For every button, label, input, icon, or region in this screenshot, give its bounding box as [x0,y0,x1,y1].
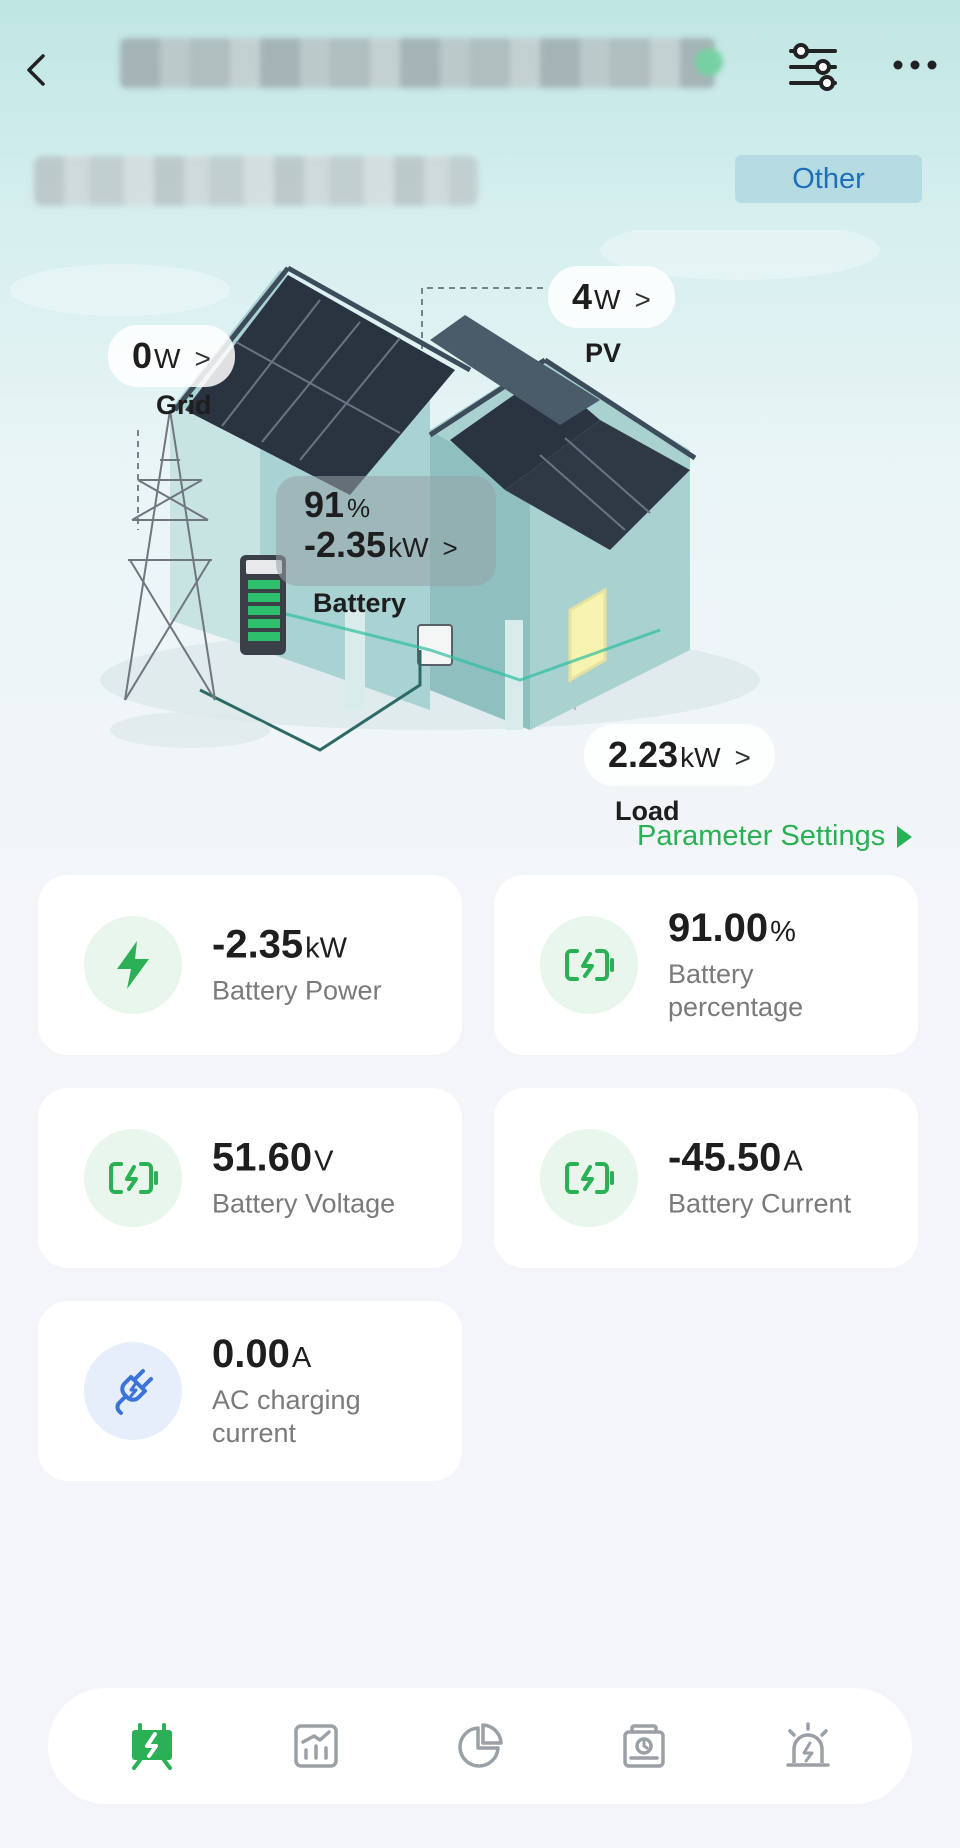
metric-label: Battery Voltage [212,1188,396,1219]
pie-chart-icon [458,1723,503,1768]
metric-label: Battery Power [212,975,382,1006]
nav-report[interactable] [450,1716,510,1776]
chevron-left-icon [27,54,45,86]
battery-power-unit: kW [388,532,429,563]
statistics-chart-icon [294,1724,338,1768]
parameter-settings-label: Parameter Settings [637,820,886,852]
battery-label: Battery [313,588,407,618]
play-triangle-icon [897,825,913,848]
battery-percent-value: 91 [304,484,345,525]
grid-value: 0 [132,335,153,376]
pv-value: 4 [572,276,593,317]
grid-power-pill[interactable]: 0 W > [108,325,235,387]
battery-power-value: -2.35 [304,524,387,565]
header [0,0,960,140]
metric-label: Battery Current [668,1188,852,1219]
load-value: 2.23 [608,734,679,775]
metric-label: AC charging current [212,1385,361,1448]
load-unit: kW [680,742,721,773]
chevron-right-icon: > [734,742,751,773]
metric-card-battery-power[interactable]: -2.35kW Battery Power [38,875,462,1055]
metric-unit: % [770,916,796,948]
metric-value: -45.50 [668,1135,782,1180]
grid-label: Grid [156,390,212,420]
chevron-right-icon: > [194,343,211,374]
alarm-icon [786,1722,830,1767]
metric-card-battery-voltage[interactable]: 51.60V Battery Voltage [38,1088,462,1268]
metric-unit: A [291,1342,312,1374]
energy-flow-scene: 0 W > Grid 4 W > PV 91% -2.35kW > Battery… [0,230,960,870]
bottom-nav [48,1688,912,1804]
pv-label: PV [585,338,622,368]
metric-label: Battery percentage [668,959,804,1022]
more-button[interactable] [890,40,940,90]
nav-energy-flow[interactable] [122,1716,182,1776]
chevron-right-icon: > [442,533,458,563]
battery-charging-icon [540,916,638,1014]
nav-alarm[interactable] [778,1716,838,1776]
battery-charging-icon [540,1129,638,1227]
load-power-pill[interactable]: 2.23 kW > [584,724,775,786]
metric-value: 91.00 [668,906,769,950]
battery-power-box[interactable]: 91% -2.35kW > [276,476,496,586]
more-horizontal-icon [893,60,937,70]
metric-card-battery-current[interactable]: -45.50A Battery Current [494,1088,918,1268]
chevron-right-icon: > [634,284,651,315]
device-icon [623,1724,665,1768]
metric-value: 0.00 [212,1332,290,1376]
battery-percent-unit: % [347,493,371,523]
metric-value: -2.35 [212,922,304,967]
metric-card-battery-percentage[interactable]: 91.00% Battery percentage [494,875,918,1055]
lightning-icon [84,916,182,1014]
pv-power-pill[interactable]: 4 W > [548,266,675,328]
grid-unit: W [154,343,181,374]
nav-device[interactable] [614,1716,674,1776]
metric-unit: V [314,1145,334,1178]
blurred-plant-name [120,38,723,88]
metric-unit: A [783,1145,803,1178]
metric-card-ac-charging-current[interactable]: 0.00A AC charging current [38,1301,462,1481]
battery-charging-icon [84,1129,182,1227]
parameter-settings-link[interactable]: Parameter Settings [637,820,913,853]
blurred-plant-address [34,156,478,206]
mode-chip[interactable]: Other [735,155,922,203]
filter-button[interactable] [786,40,840,94]
metric-value: 51.60 [212,1135,313,1180]
pv-unit: W [594,284,621,315]
back-button[interactable] [14,48,58,92]
metric-unit: kW [305,932,348,965]
nav-statistics[interactable] [286,1716,346,1776]
plug-icon [84,1342,182,1440]
energy-flow-icon [132,1723,172,1770]
sliders-icon [789,43,837,91]
